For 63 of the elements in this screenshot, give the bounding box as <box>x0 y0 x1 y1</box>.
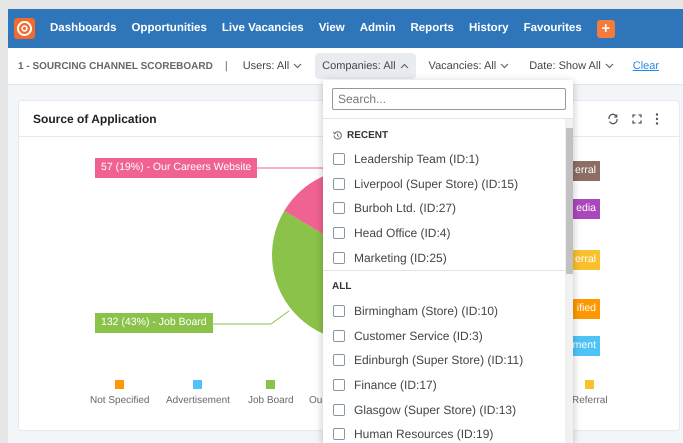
checkbox[interactable] <box>333 252 345 264</box>
legend-label: Job Board <box>248 394 294 408</box>
checkbox[interactable] <box>333 354 345 366</box>
filter-dropdown[interactable]: Companies: All <box>315 53 416 79</box>
checkbox[interactable] <box>333 379 345 392</box>
filter-dropdown[interactable]: Date: Show All <box>522 53 621 79</box>
company-option[interactable]: Liverpool (Super Store) (ID:15) <box>323 172 565 196</box>
company-option[interactable]: Edinburgh (Super Store) (ID:11) <box>323 348 565 373</box>
nav-menu-item[interactable]: Live Vacancies <box>222 20 304 38</box>
card-title: Source of Application <box>33 110 157 128</box>
data-label: erral <box>572 161 600 181</box>
search-field[interactable]: Search... <box>332 88 566 110</box>
data-label: ified <box>572 299 600 319</box>
legend-label: Advertisement <box>166 394 230 408</box>
logo-icon <box>14 18 35 39</box>
company-option[interactable]: Leadership Team (ID:1) <box>323 147 565 172</box>
legend-label: Referral <box>572 394 608 408</box>
refresh-icon[interactable] <box>607 112 619 124</box>
checkbox[interactable] <box>333 153 345 166</box>
data-label: erral <box>572 250 600 270</box>
chevron-up-icon <box>400 63 409 69</box>
dashboard-title: 1 - SOURCING CHANNEL SCOREBOARD <box>18 60 213 74</box>
nav-menu-item[interactable]: History <box>468 20 509 38</box>
company-option[interactable]: Burboh Ltd. (ID:27) <box>323 196 565 221</box>
data-label: ment <box>572 336 600 356</box>
legend-label: Ou <box>309 394 322 408</box>
section-header: RECENT <box>347 128 388 142</box>
company-option[interactable]: Finance (ID:17) <box>323 372 565 398</box>
history-icon <box>332 130 343 140</box>
filter-dropdown[interactable]: Users: All <box>236 53 310 79</box>
company-option[interactable]: Glasgow (Super Store) (ID:13) <box>323 397 565 422</box>
data-label: edia <box>572 199 600 219</box>
clear-link[interactable]: Clear <box>632 58 660 74</box>
nav-menu-item[interactable]: Admin <box>360 20 396 38</box>
filter-dropdown[interactable]: Vacancies: All <box>422 53 516 79</box>
more-options-icon[interactable] <box>655 112 659 124</box>
company-option[interactable]: Human Resources (ID:19) <box>323 422 565 443</box>
legend-label: Not Specified <box>90 394 150 408</box>
nav-menu-item[interactable]: Dashboards <box>50 20 116 38</box>
nav-menu-item[interactable]: Reports <box>410 20 454 38</box>
checkbox[interactable] <box>333 305 345 318</box>
company-option[interactable]: Head Office (ID:4) <box>323 220 565 246</box>
section-header: ALL <box>332 280 352 294</box>
data-label: 57 (19%) - Our Careers Website <box>95 158 258 178</box>
checkbox[interactable] <box>333 178 345 190</box>
company-option[interactable]: Marketing (ID:25) <box>323 245 565 270</box>
scrollbar[interactable] <box>565 119 573 443</box>
checkbox[interactable] <box>333 404 345 416</box>
nav-menu-item[interactable]: View <box>318 20 345 38</box>
chevron-down-icon <box>604 63 614 69</box>
company-option[interactable]: Customer Service (ID:3) <box>323 324 565 348</box>
fullscreen-icon[interactable] <box>632 114 642 124</box>
company-option[interactable]: Birmingham (Store) (ID:10) <box>323 298 565 324</box>
chevron-down-icon <box>293 63 302 69</box>
checkbox[interactable] <box>333 330 345 342</box>
nav-menu-item[interactable]: Favourites <box>524 20 582 38</box>
checkbox[interactable] <box>333 227 345 240</box>
nav-menu-item[interactable]: Opportunities <box>131 20 207 38</box>
chevron-down-icon <box>500 63 510 69</box>
checkbox[interactable] <box>333 202 345 214</box>
separator: | <box>224 58 228 74</box>
data-label: 132 (43%) - Job Board <box>95 313 213 333</box>
checkbox[interactable] <box>333 428 345 440</box>
